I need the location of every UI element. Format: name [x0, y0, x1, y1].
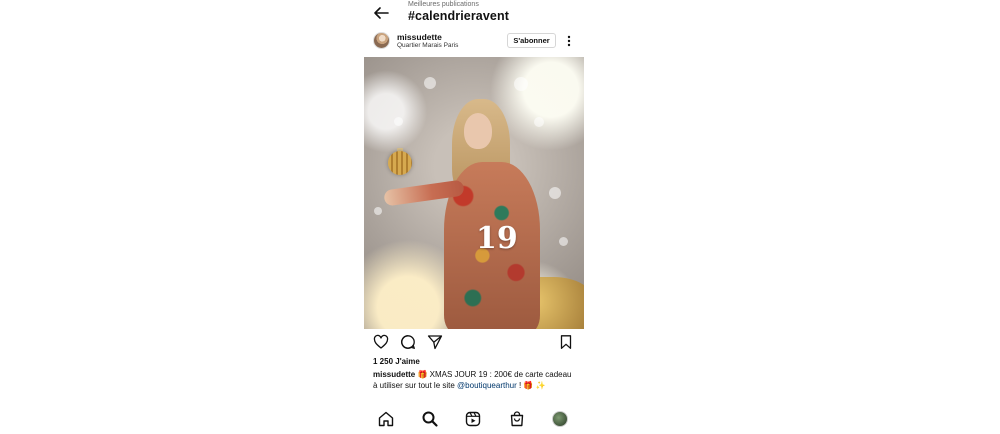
profile-avatar[interactable] — [552, 411, 568, 427]
instagram-screen: Meilleures publications #calendrieravent… — [364, 0, 584, 434]
follow-button[interactable]: S'abonner — [507, 33, 556, 48]
heart-icon[interactable] — [373, 334, 389, 350]
post-actions — [364, 334, 584, 352]
reels-icon[interactable] — [464, 410, 482, 428]
back-arrow-icon[interactable] — [372, 5, 390, 21]
post-location[interactable]: Quartier Marais Paris — [397, 42, 458, 49]
avatar[interactable] — [373, 32, 390, 49]
page-title: #calendrieravent — [408, 9, 509, 23]
caption-username[interactable]: missudette — [373, 370, 415, 379]
post-header: missudette Quartier Marais Paris S'abonn… — [364, 29, 584, 55]
person-face — [464, 113, 492, 149]
post-photo[interactable]: 19 — [364, 57, 584, 329]
more-options-icon[interactable] — [564, 34, 574, 48]
shop-icon[interactable] — [508, 410, 526, 428]
post-caption: missudette 🎁 XMAS JOUR 19 : 200€ de cart… — [373, 369, 578, 391]
bottom-navigation — [364, 410, 584, 430]
like-count[interactable]: 1 250 J'aime — [373, 357, 420, 366]
bookmark-icon[interactable] — [558, 334, 574, 350]
number-sign: 19 — [476, 221, 518, 256]
christmas-ornament — [388, 151, 412, 175]
caption-mention[interactable]: @boutiquearthur — [457, 381, 517, 390]
top-header: Meilleures publications #calendrieravent — [364, 0, 584, 28]
post-username[interactable]: missudette — [397, 32, 442, 42]
header-subtitle: Meilleures publications — [408, 1, 479, 8]
home-icon[interactable] — [377, 410, 395, 428]
comment-icon[interactable] — [400, 334, 416, 350]
search-icon[interactable] — [421, 410, 439, 428]
share-icon[interactable] — [427, 334, 443, 350]
caption-end: ! 🎁 ✨ — [516, 381, 546, 390]
